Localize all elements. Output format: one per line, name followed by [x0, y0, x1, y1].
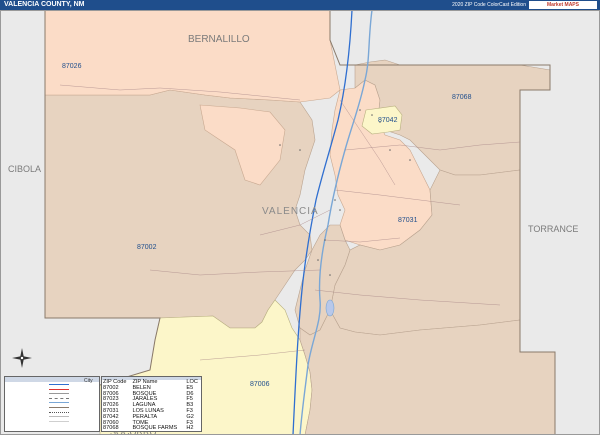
lake-icon: [325, 299, 335, 317]
edition-subtitle: 2020 ZIP Code ColorCast Edition: [452, 2, 526, 8]
zip-87042-label: 87042: [378, 117, 398, 124]
brand-text: Market MAPS: [547, 2, 579, 8]
zip-87006-label: 87006: [250, 381, 270, 388]
table-row: 87068 BOSQUE FARMS H2: [102, 426, 201, 432]
zip-87026-label: 87026: [62, 63, 82, 70]
zip-87031-label: 87031: [398, 217, 418, 224]
zip-name-cell: BOSQUE FARMS: [132, 425, 178, 432]
neighbor-north-label: BERNALILLO: [188, 34, 250, 45]
zip-code-table: ZIP Code ZIP Name LOC 87002 BELEN E5 87006…: [101, 376, 202, 432]
zip-87068-label: 87068: [452, 94, 472, 101]
county-label: VALENCIA: [262, 206, 319, 217]
zip-87002-label: 87002: [137, 244, 157, 251]
map-legend: City: [4, 376, 100, 432]
neighbor-east-label: TORRANCE: [528, 224, 578, 234]
zip-cell: 87068: [103, 425, 119, 432]
county-map[interactable]: BERNALILLO CIBOLA TORRANCE SOCORRO VALEN…: [0, 10, 600, 435]
map-page: VALENCIA COUNTY, NM 2020 ZIP Code ColorC…: [0, 0, 600, 435]
legend-row: [5, 419, 99, 424]
publisher-logo: Market MAPS: [528, 0, 598, 10]
map-title: VALENCIA COUNTY, NM: [4, 1, 85, 8]
zip-87026-area[interactable]: [44, 10, 341, 103]
legend-city-label: City: [84, 378, 93, 384]
loc-cell: H2: [186, 425, 194, 432]
title-bar: VALENCIA COUNTY, NM 2020 ZIP Code ColorC…: [0, 0, 600, 10]
neighbor-west-label: CIBOLA: [8, 164, 41, 174]
